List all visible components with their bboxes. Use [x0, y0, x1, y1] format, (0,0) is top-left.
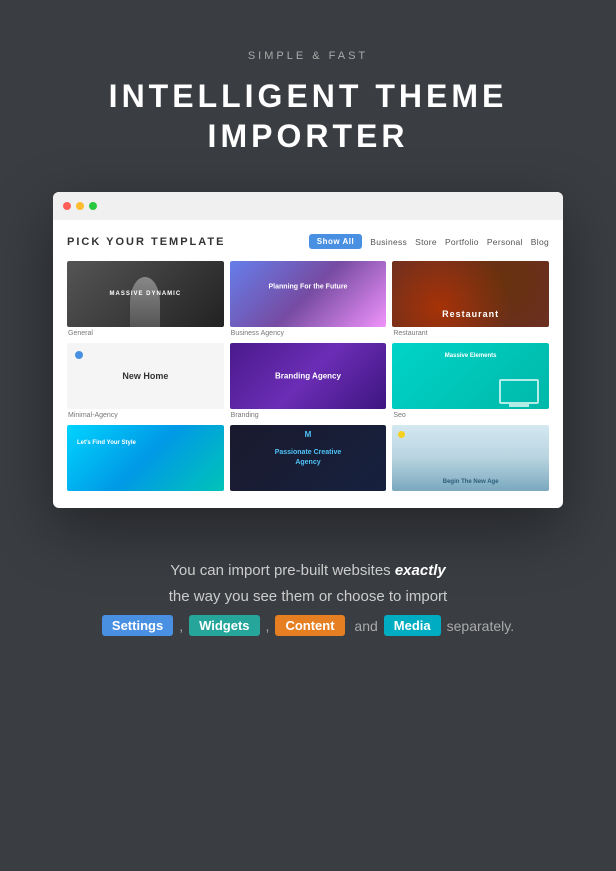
nav-portfolio[interactable]: Portfolio: [445, 237, 479, 247]
closing: separately.: [447, 618, 514, 634]
nav-personal[interactable]: Personal: [487, 237, 523, 247]
thumb-text: New Home: [122, 371, 168, 381]
template-item-creative[interactable]: M: [230, 425, 387, 494]
tag-media: Media: [384, 615, 441, 636]
main-title: Intelligent Theme Importer: [109, 76, 508, 156]
template-thumb-4: New Home: [67, 343, 224, 409]
template-thumb-6: [392, 343, 549, 409]
desc-exactly: exactly: [395, 562, 446, 579]
thumb-8-logo: M: [305, 430, 312, 439]
template-label-3: Restaurant: [392, 330, 549, 337]
sep-3: and: [351, 618, 378, 634]
browser-mockup: Pick Your Template Show All Business Sto…: [53, 192, 563, 508]
template-thumb-2: [230, 261, 387, 327]
thumb-9-dot: [398, 431, 405, 438]
template-thumb-1: [67, 261, 224, 327]
description-paragraph: You can import pre-built websites exactl…: [102, 558, 514, 609]
template-nav: Show All Business Store Portfolio Person…: [309, 234, 549, 249]
laptop-icon: [499, 379, 539, 404]
desc-line1: You can import pre-built websites: [170, 562, 395, 579]
browser-dot-yellow: [76, 202, 84, 210]
thumb-accent: [75, 351, 83, 359]
template-item-arch[interactable]: [392, 425, 549, 494]
browser-dot-red: [63, 202, 71, 210]
template-item-branding[interactable]: Branding: [230, 343, 387, 419]
template-label-4: Minimal-Agency: [67, 412, 224, 419]
sep-2: ,: [266, 618, 270, 634]
template-thumb-7: [67, 425, 224, 491]
nav-store[interactable]: Store: [415, 237, 437, 247]
template-label-2: Business Agency: [230, 330, 387, 337]
template-item-restaurant[interactable]: Restaurant: [392, 261, 549, 337]
template-item-seo[interactable]: Seo: [392, 343, 549, 419]
tags-row: Settings , Widgets , Content and Media s…: [102, 615, 514, 636]
template-header: Pick Your Template Show All Business Sto…: [67, 234, 549, 249]
sep-1: ,: [179, 618, 183, 634]
tag-content: Content: [275, 615, 344, 636]
template-grid: General Business Agency Restaurant New H…: [67, 261, 549, 494]
nav-blog[interactable]: Blog: [531, 237, 549, 247]
tag-widgets: Widgets: [189, 615, 259, 636]
template-thumb-9: [392, 425, 549, 491]
template-thumb-5: [230, 343, 387, 409]
template-item-general[interactable]: General: [67, 261, 224, 337]
template-thumb-3: [392, 261, 549, 327]
browser-bar: [53, 192, 563, 220]
template-label-6: Seo: [392, 412, 549, 419]
pick-your-template-label: Pick Your Template: [67, 236, 225, 248]
template-label-1: General: [67, 330, 224, 337]
show-all-button[interactable]: Show All: [309, 234, 362, 249]
browser-dot-green: [89, 202, 97, 210]
template-item-business-agency[interactable]: Business Agency: [230, 261, 387, 337]
description-section: You can import pre-built websites exactl…: [102, 558, 514, 636]
template-item-mobile[interactable]: [67, 425, 224, 494]
template-thumb-8: M: [230, 425, 387, 491]
browser-content: Pick Your Template Show All Business Sto…: [53, 220, 563, 508]
template-label-5: Branding: [230, 412, 387, 419]
desc-line2: the way you see them or choose to import: [169, 588, 447, 605]
template-item-minimal-agency[interactable]: New Home Minimal-Agency: [67, 343, 224, 419]
subtitle: Simple & Fast: [248, 50, 368, 62]
tag-settings: Settings: [102, 615, 173, 636]
person-silhouette: [130, 277, 160, 327]
nav-business[interactable]: Business: [370, 237, 407, 247]
